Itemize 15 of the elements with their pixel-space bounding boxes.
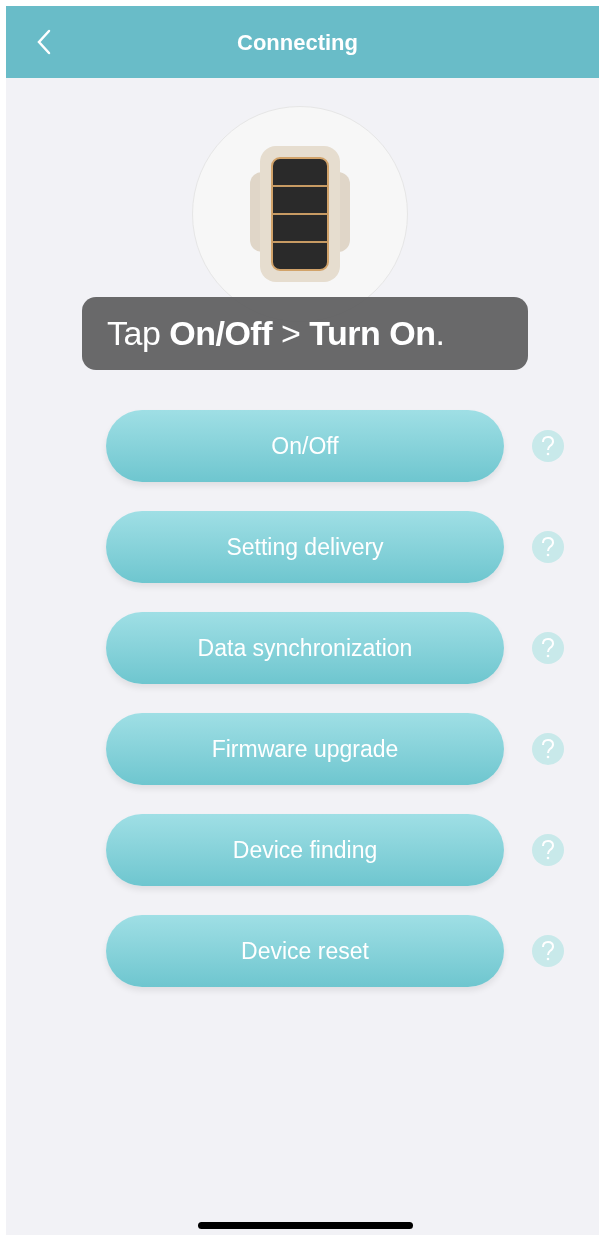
help-icon[interactable] [532,935,564,967]
help-icon[interactable] [532,632,564,664]
help-icon[interactable] [532,531,564,563]
help-icon[interactable] [532,733,564,765]
help-icon[interactable] [532,430,564,462]
action-button[interactable]: On/Off [106,410,504,482]
action-button[interactable]: Device reset [106,915,504,987]
action-button[interactable]: Device finding [106,814,504,886]
action-button[interactable]: Firmware upgrade [106,713,504,785]
action-button[interactable]: Setting delivery [106,511,504,583]
caption-text: Tap On/Off > Turn On. [107,313,445,354]
back-icon [36,29,52,55]
action-button[interactable]: Data synchronization [106,612,504,684]
help-icon[interactable] [532,834,564,866]
header-title: Connecting [237,28,359,57]
